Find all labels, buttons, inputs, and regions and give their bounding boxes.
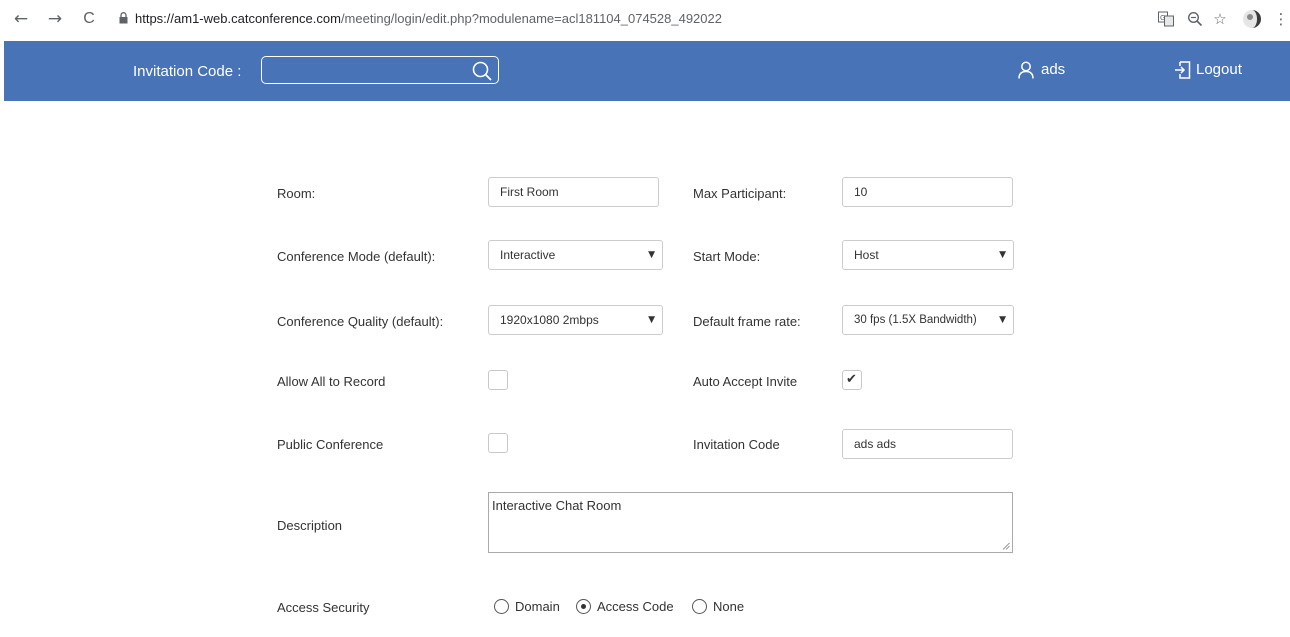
conference-quality-value: 1920x1080 2mbps bbox=[500, 313, 599, 327]
invitation-code-input[interactable]: ads ads bbox=[842, 429, 1013, 459]
radio-selected-dot bbox=[581, 604, 586, 609]
allow-record-label: Allow All to Record bbox=[277, 374, 386, 389]
radio-access-code-label[interactable]: Access Code bbox=[597, 599, 674, 614]
max-participant-input[interactable]: 10 bbox=[842, 177, 1013, 207]
conference-quality-label: Conference Quality (default): bbox=[277, 314, 444, 329]
svg-text:G: G bbox=[1160, 14, 1165, 22]
start-mode-label: Start Mode: bbox=[693, 249, 761, 264]
zoom-icon[interactable] bbox=[1187, 11, 1203, 27]
resize-grip-icon[interactable] bbox=[1002, 542, 1010, 550]
address-bar[interactable]: https://am1-web.catconference.com/meetin… bbox=[135, 11, 722, 26]
start-mode-select[interactable]: Host ▼ bbox=[842, 240, 1014, 270]
start-mode-value: Host bbox=[854, 248, 879, 262]
radio-access-code[interactable] bbox=[576, 599, 591, 614]
dropdown-arrow-icon: ▼ bbox=[648, 250, 655, 260]
radio-none[interactable] bbox=[692, 599, 707, 614]
frame-rate-select[interactable]: 30 fps (1.5X Bandwidth) ▼ bbox=[842, 305, 1014, 335]
frame-rate-label: Default frame rate: bbox=[693, 314, 801, 329]
invitation-code-label: Invitation Code : bbox=[133, 63, 242, 80]
description-label: Description bbox=[277, 518, 343, 533]
dropdown-arrow-icon: ▼ bbox=[648, 315, 655, 325]
room-input[interactable]: First Room bbox=[488, 177, 659, 207]
frame-rate-value: 30 fps (1.5X Bandwidth) bbox=[854, 314, 977, 326]
logout-link[interactable]: Logout bbox=[1196, 61, 1242, 78]
logout-icon[interactable] bbox=[1174, 61, 1191, 79]
url-path: /meeting/login/edit.php?modulename=acl18… bbox=[340, 11, 722, 26]
invitation-code-search-input[interactable] bbox=[261, 56, 499, 84]
conference-mode-select[interactable]: Interactive ▼ bbox=[488, 240, 663, 270]
search-icon[interactable] bbox=[471, 60, 493, 82]
back-button[interactable]: ← bbox=[10, 8, 32, 30]
star-icon[interactable]: ☆ bbox=[1210, 9, 1230, 29]
user-icon bbox=[1018, 61, 1034, 79]
user-name[interactable]: ads bbox=[1041, 61, 1065, 78]
access-security-label: Access Security bbox=[277, 600, 370, 615]
dropdown-arrow-icon: ▼ bbox=[999, 250, 1006, 260]
public-conference-label: Public Conference bbox=[277, 437, 384, 452]
radio-none-label[interactable]: None bbox=[713, 599, 744, 614]
room-label: Room: bbox=[277, 186, 316, 201]
profile-avatar-icon[interactable] bbox=[1242, 9, 1262, 29]
description-value: Interactive Chat Room bbox=[492, 498, 622, 513]
conference-quality-select[interactable]: 1920x1080 2mbps ▼ bbox=[488, 305, 663, 335]
dropdown-arrow-icon: ▼ bbox=[999, 315, 1006, 325]
public-conference-checkbox[interactable] bbox=[488, 433, 508, 453]
forward-button[interactable]: → bbox=[44, 8, 66, 30]
radio-domain-label[interactable]: Domain bbox=[515, 599, 560, 614]
translate-icon[interactable]: G bbox=[1158, 11, 1174, 27]
checkmark-icon: ✔ bbox=[846, 372, 857, 387]
auto-accept-label: Auto Accept Invite bbox=[693, 374, 798, 389]
lock-icon bbox=[119, 12, 128, 24]
invitation-code-field-label: Invitation Code bbox=[693, 437, 780, 452]
description-textarea[interactable]: Interactive Chat Room bbox=[488, 492, 1013, 553]
url-host: https://am1-web.catconference.com bbox=[135, 11, 341, 26]
conference-mode-label: Conference Mode (default): bbox=[277, 249, 436, 264]
browser-menu-icon[interactable]: ⋮ bbox=[1271, 9, 1290, 29]
auto-accept-checkbox[interactable]: ✔ bbox=[842, 370, 862, 390]
conference-mode-value: Interactive bbox=[500, 248, 556, 262]
max-participant-label: Max Participant: bbox=[693, 186, 787, 201]
radio-domain[interactable] bbox=[494, 599, 509, 614]
reload-button[interactable]: C bbox=[78, 8, 100, 30]
allow-record-checkbox[interactable] bbox=[488, 370, 508, 390]
